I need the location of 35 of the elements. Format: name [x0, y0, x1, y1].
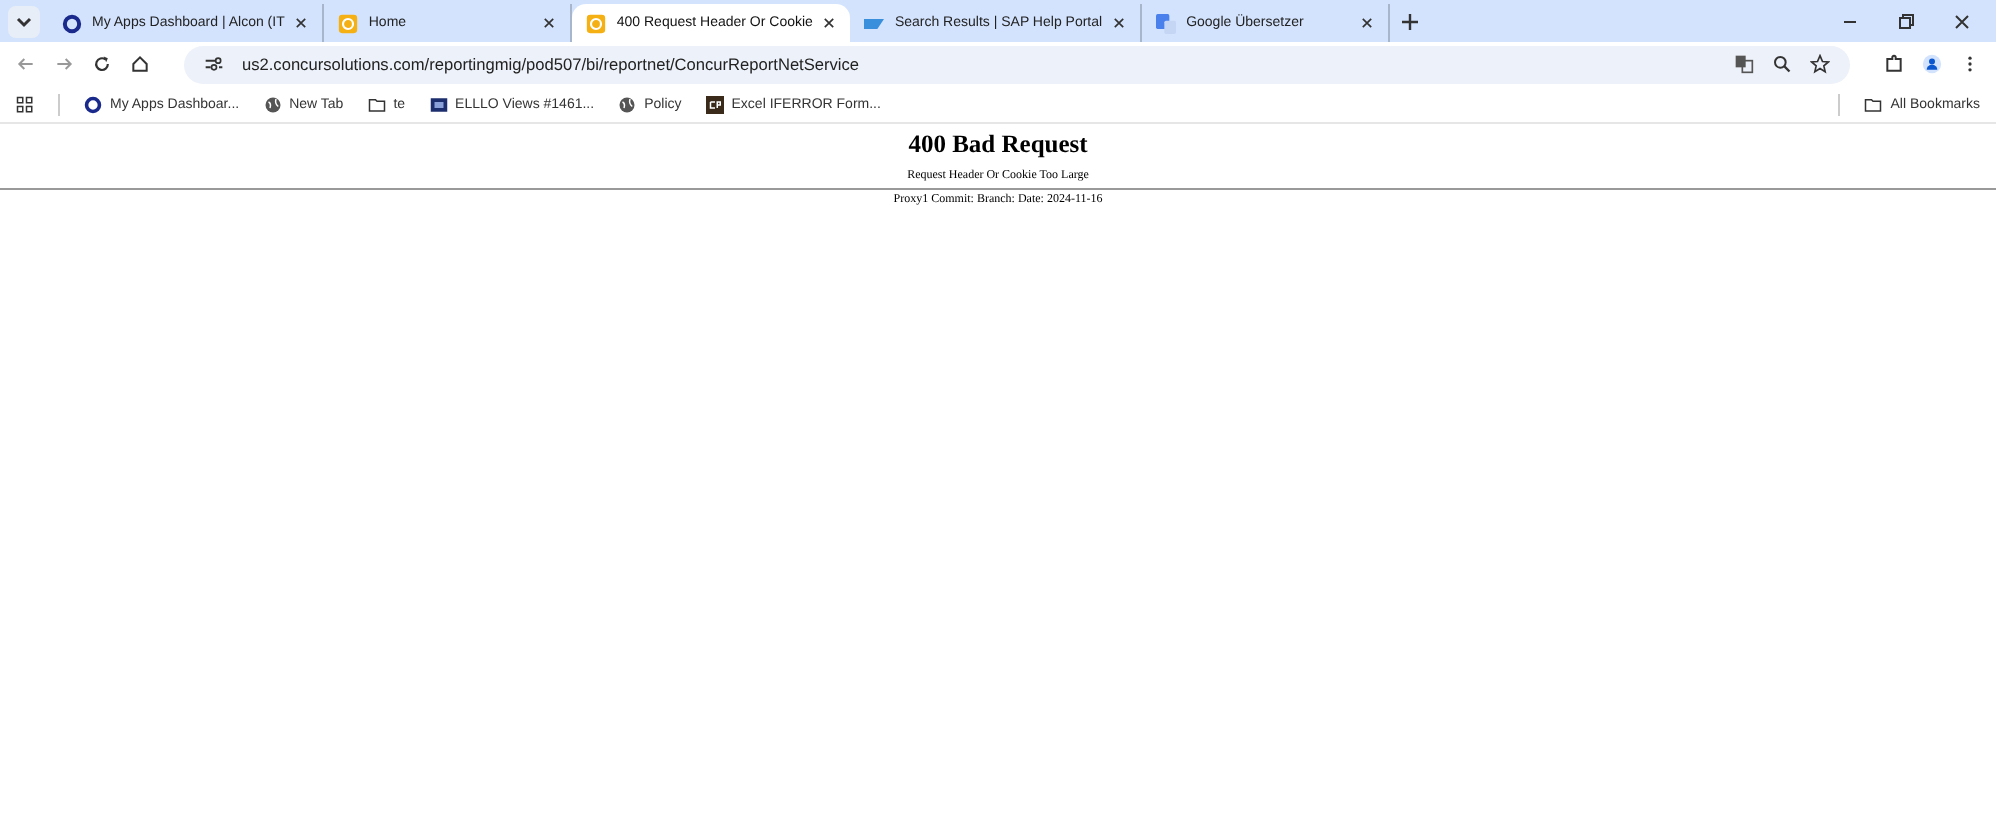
logo-square-icon [705, 95, 724, 113]
reload-icon[interactable] [92, 54, 112, 74]
site-settings-icon[interactable] [204, 54, 224, 74]
chevron-down-icon [14, 12, 34, 32]
favicon-icon [338, 13, 359, 33]
restore-icon[interactable] [1896, 12, 1916, 32]
close-tab-icon[interactable] [542, 16, 557, 30]
thumbnail-icon [429, 95, 448, 113]
tab-search-button[interactable] [8, 6, 40, 38]
profile-icon[interactable] [1922, 54, 1942, 74]
close-tab-icon[interactable] [294, 16, 309, 30]
address-bar[interactable]: us2.concursolutions.com/reportingmig/pod507/bi/reportnet/ConcurReportNetService [184, 45, 1850, 83]
folder-icon [367, 95, 386, 113]
puzzle-icon[interactable] [1884, 54, 1904, 74]
folder-icon [1864, 95, 1883, 113]
apps-grid-icon[interactable] [16, 95, 34, 113]
ring-icon [62, 13, 82, 33]
zoom-icon[interactable] [1772, 54, 1792, 74]
translate-icon[interactable] [1734, 54, 1754, 74]
star-icon[interactable] [1810, 54, 1830, 74]
favicon-icon [586, 13, 607, 33]
globe-icon [618, 95, 637, 113]
close-icon[interactable] [1952, 12, 1972, 32]
ring-icon [84, 95, 102, 113]
close-tab-icon[interactable] [822, 16, 837, 30]
error-heading: 400 Bad Request [906, 130, 1090, 160]
tag-icon [864, 13, 885, 33]
forward-icon[interactable] [54, 54, 74, 74]
back-icon[interactable] [16, 54, 36, 74]
translate-icon [1156, 13, 1177, 33]
globe-icon [263, 95, 282, 113]
close-tab-icon[interactable] [1360, 16, 1375, 30]
home-icon[interactable] [130, 54, 150, 74]
plus-icon [1400, 12, 1421, 32]
close-tab-icon[interactable] [1112, 16, 1127, 30]
